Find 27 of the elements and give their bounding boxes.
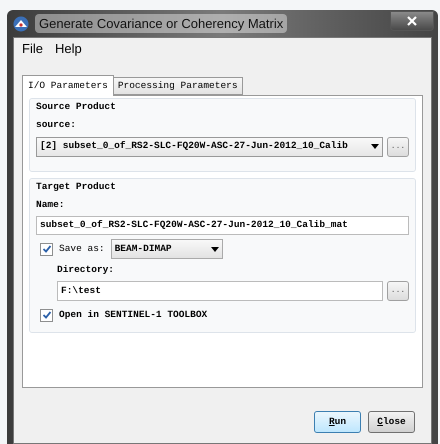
checkbox[interactable] bbox=[40, 308, 53, 322]
menu-item[interactable]: Help bbox=[54, 39, 82, 59]
directory-label: Directory: bbox=[57, 263, 116, 277]
close-button[interactable] bbox=[390, 10, 434, 30]
window-title: Generate Covariance or Coherency Matrix bbox=[35, 14, 288, 34]
run-button[interactable]: Run bbox=[314, 411, 361, 433]
app-logo-icon bbox=[13, 16, 29, 32]
menu-item[interactable]: File bbox=[22, 39, 43, 59]
group-title: Source Product bbox=[36, 100, 117, 114]
dropdown-arrow-icon bbox=[210, 246, 219, 252]
tab[interactable]: Processing Parameters bbox=[114, 77, 243, 95]
source-label: source: bbox=[36, 118, 77, 132]
save-as-label: Save as: bbox=[59, 242, 105, 256]
open-in-label: Open in SENTINEL-1 TOOLBOX bbox=[59, 308, 208, 322]
checkbox[interactable] bbox=[40, 242, 53, 256]
format-dropdown[interactable]: BEAM-DIMAP bbox=[110, 239, 223, 259]
group-title: Target Product bbox=[36, 180, 117, 194]
name-field[interactable]: subset_0_of_RS2-SLC-FQ20W-ASC-27-Jun-2012_10_Calib_mat bbox=[36, 216, 409, 235]
source-dropdown[interactable]: [2] subset_0_of_RS2-SLC-FQ20W-ASC-27-Jun-2012_10_Calib bbox=[36, 136, 383, 156]
tab[interactable]: I/O Parameters bbox=[22, 75, 114, 96]
directory-field[interactable]: F:\test bbox=[57, 281, 383, 302]
browse-button[interactable]: ... bbox=[387, 281, 409, 302]
close-dialog-button[interactable]: Close bbox=[368, 411, 415, 433]
name-label: Name: bbox=[36, 198, 66, 212]
close-icon bbox=[407, 16, 417, 26]
dropdown-arrow-icon bbox=[371, 144, 379, 149]
browse-button[interactable]: ... bbox=[387, 136, 409, 156]
